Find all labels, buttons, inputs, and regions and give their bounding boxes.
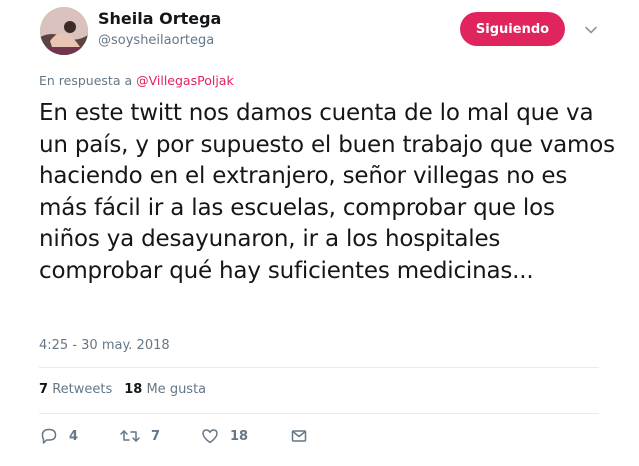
reply-mention-link[interactable]: @VillegasPoljak bbox=[136, 73, 234, 88]
heart-icon bbox=[202, 429, 218, 444]
retweets-stat-count: 7 bbox=[39, 382, 49, 397]
avatar-image bbox=[40, 7, 88, 55]
tweet-text: En este twitt nos damos cuenta de lo mal… bbox=[39, 100, 615, 284]
like-count: 18 bbox=[230, 428, 249, 444]
tweet-stats: 7 Retweets 18 Me gusta bbox=[39, 382, 206, 397]
divider bbox=[39, 367, 599, 368]
author-handle[interactable]: @soysheilaortega bbox=[98, 33, 214, 48]
likes-stat[interactable]: 18 Me gusta bbox=[124, 382, 206, 397]
likes-stat-count: 18 bbox=[124, 382, 143, 397]
like-button[interactable]: 18 bbox=[200, 426, 289, 446]
envelope-icon bbox=[291, 430, 307, 442]
tweet-actions: 4 7 18 bbox=[39, 426, 309, 446]
direct-message-button[interactable] bbox=[289, 426, 309, 446]
reply-context: En respuesta a @VillegasPoljak bbox=[39, 73, 234, 88]
author-name[interactable]: Sheila Ortega bbox=[98, 9, 221, 28]
retweets-stat-label: Retweets bbox=[52, 382, 113, 397]
likes-stat-label: Me gusta bbox=[146, 382, 207, 397]
retweet-count: 7 bbox=[151, 428, 161, 444]
retweets-stat[interactable]: 7 Retweets bbox=[39, 382, 112, 397]
retweet-icon bbox=[120, 430, 140, 442]
reply-prefix: En respuesta a bbox=[39, 73, 133, 88]
reply-count: 4 bbox=[69, 428, 79, 444]
reply-icon bbox=[41, 428, 57, 444]
avatar[interactable] bbox=[40, 7, 88, 55]
tweet-timestamp[interactable]: 4:25 - 30 may. 2018 bbox=[39, 338, 170, 353]
divider bbox=[39, 413, 599, 414]
chevron-down-icon[interactable] bbox=[584, 22, 598, 36]
retweet-button[interactable]: 7 bbox=[119, 426, 200, 446]
following-button[interactable]: Siguiendo bbox=[460, 12, 565, 46]
reply-button[interactable]: 4 bbox=[39, 426, 119, 446]
